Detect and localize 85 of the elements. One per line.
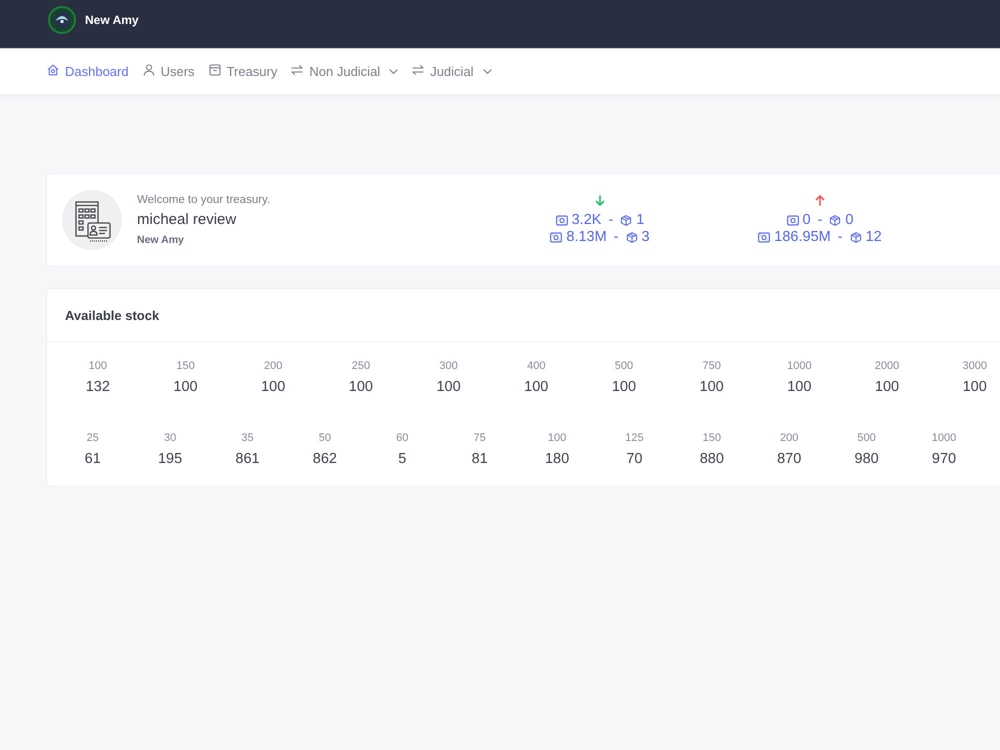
stock-count: 195 [158,450,182,469]
banknote-icon [758,232,770,242]
stock-count: 880 [700,450,724,469]
cube-icon [626,232,638,242]
nav-link[interactable]: Judicial [412,64,492,79]
stock-count: 970 [932,450,956,469]
user-icon [142,64,155,76]
building-id-card-icon [62,190,122,250]
banknote-icon [786,214,798,226]
arrow-down-icon [595,194,605,206]
denomination-label: 400 [527,359,546,374]
dash-separator: - [838,228,843,246]
stock-count: 70 [626,450,642,469]
denomination-label: 125 [625,431,644,446]
stat-amount: 0 [802,212,811,228]
greeting-text: Welcome to your treasury. [137,192,270,208]
denomination-label: 1000 [932,431,956,446]
stock-count: 100 [612,378,636,397]
denomination-label: 500 [857,431,876,446]
denomination-label: 1000 [787,359,812,374]
cube-icon [850,232,862,242]
denomination-label: 35 [241,431,254,446]
denomination-label: 250 [352,359,370,374]
stock-count: 132 [86,378,110,397]
stat-count: 3 [642,228,650,246]
stock-count: 980 [854,450,879,469]
denomination-label: 200 [264,359,282,374]
stock-count: 100 [173,378,198,397]
stock-count: 61 [84,450,101,469]
stat-count: 1 [636,212,644,228]
stock-count: 100 [700,378,724,397]
nav-link[interactable]: Non Judicial [291,64,398,79]
denomination-label: 60 [396,431,408,446]
denomination-label: 75 [474,431,486,446]
stock-count: 870 [777,450,802,469]
denomination-label: 3000 [962,359,987,374]
denomination-label: 150 [176,359,195,374]
stock-count: 100 [261,378,286,397]
home-icon [47,64,59,76]
brand-name: New Amy [85,12,139,26]
denomination-label: 100 [548,431,566,446]
cube-icon [829,214,842,226]
denomination-label: 100 [88,359,108,374]
stock-count: 180 [544,450,570,469]
nav-link[interactable]: Users [142,64,195,79]
swap-arrows-icon [291,64,304,76]
dash-separator: - [818,212,822,228]
organization-name: New Amy [137,232,185,248]
stock-count: 100 [348,378,373,397]
stock-count: 100 [962,378,987,397]
stat-amount: 186.95M [774,228,831,246]
stat-amount: 3.2K [572,212,602,228]
stock-count: 100 [524,378,548,397]
card-title: Available stock [65,308,160,322]
nav-link[interactable]: Treasury [208,64,278,79]
stock-count: 100 [874,378,900,397]
denomination-label: 750 [702,359,721,374]
nav-link[interactable]: Dashboard [47,64,129,79]
banknote-icon [556,214,568,226]
tray-icon [208,64,221,76]
stock-count: 861 [235,450,260,469]
banknote-icon [550,232,562,242]
stock-count: 100 [787,378,812,397]
logo-icon[interactable] [48,6,76,34]
user-name: micheal review [137,210,238,230]
arrow-up-icon [815,194,825,206]
dash-separator: - [614,228,619,246]
swap-arrows-icon [412,64,424,76]
denomination-label: 25 [86,431,99,446]
stock-count: 862 [312,450,337,469]
stat-amount: 8.13M [566,228,607,246]
denomination-label: 500 [614,359,634,374]
stock-count: 5 [398,450,406,469]
stock-count: 81 [472,450,488,469]
denomination-label: 150 [702,431,721,446]
dash-separator: - [608,212,614,228]
denomination-label: 200 [780,431,798,446]
denomination-label: 2000 [874,359,900,374]
stat-count: 12 [866,228,882,246]
stock-count: 100 [436,378,461,397]
stat-count: 0 [845,212,854,228]
denomination-label: 30 [164,431,176,446]
denomination-label: 50 [318,431,331,446]
denomination-label: 300 [439,359,458,374]
cube-icon [620,214,632,226]
